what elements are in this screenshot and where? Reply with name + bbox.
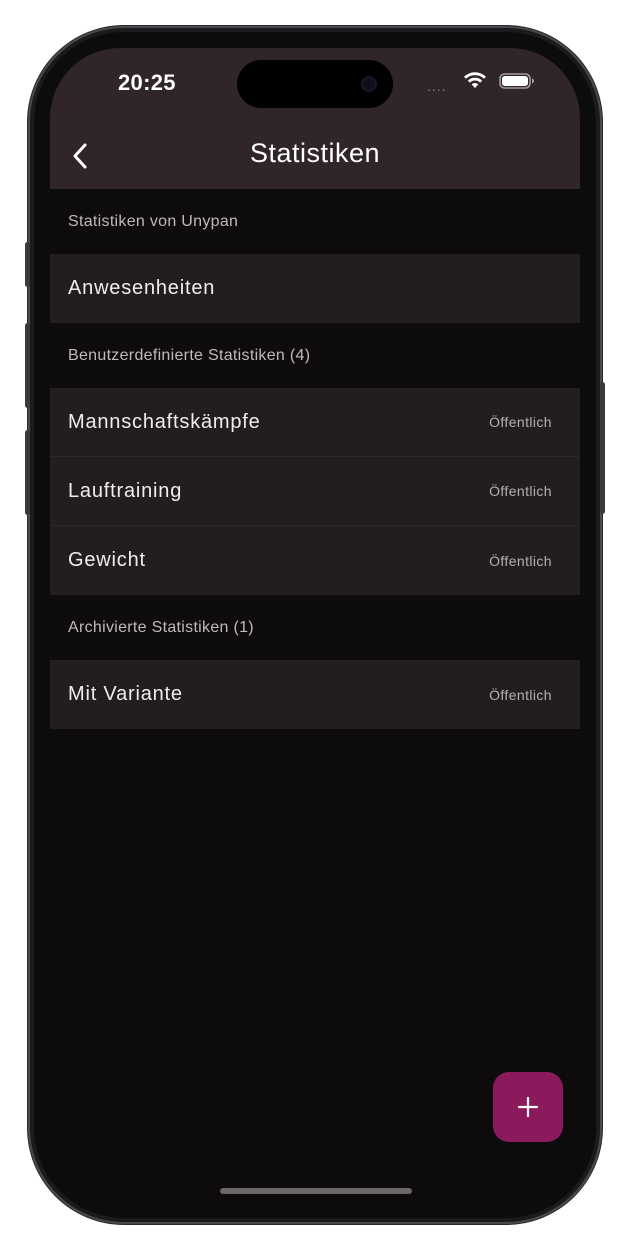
list-item-lauftraining[interactable]: Lauftraining Öffentlich xyxy=(50,457,580,526)
list-item-label: Mannschaftskämpfe xyxy=(68,410,261,433)
list-item-gewicht[interactable]: Gewicht Öffentlich xyxy=(50,526,580,595)
statistics-list: Statistiken von Unypan Anwesenheiten Ben… xyxy=(50,189,580,729)
screen: 20:25 .... Statistiken Statistiken von U… xyxy=(50,48,580,1202)
add-statistic-button[interactable] xyxy=(493,1072,563,1142)
list-item-anwesenheiten[interactable]: Anwesenheiten xyxy=(50,254,580,323)
visibility-badge: Öffentlich xyxy=(489,483,552,499)
dynamic-island xyxy=(237,60,393,108)
status-time: 20:25 xyxy=(118,70,176,95)
visibility-badge: Öffentlich xyxy=(489,686,552,703)
top-bar: 20:25 .... Statistiken xyxy=(50,48,580,189)
power-button xyxy=(600,382,605,514)
battery-icon xyxy=(499,73,534,89)
list-item-label: Anwesenheiten xyxy=(68,277,216,299)
list-item-label: Lauftraining xyxy=(68,479,183,502)
visibility-badge: Öffentlich xyxy=(489,414,552,430)
volume-down-button xyxy=(25,430,30,515)
page-title: Statistiken xyxy=(249,138,381,168)
section-header-archived: Archivierte Statistiken (1) xyxy=(50,595,580,660)
list-item-mannschaftskaempfe[interactable]: Mannschaftskämpfe Öffentlich xyxy=(50,388,580,457)
wifi-icon xyxy=(464,72,486,88)
camera-icon xyxy=(361,76,377,92)
visibility-badge: Öffentlich xyxy=(489,552,552,569)
home-indicator[interactable] xyxy=(220,1188,412,1194)
list-item-label: Gewicht xyxy=(68,549,146,571)
cellular-signal-icon: .... xyxy=(427,78,447,94)
volume-up-button xyxy=(25,323,30,408)
section-header-custom: Benutzerdefinierte Statistiken (4) xyxy=(50,323,580,388)
list-item-label: Mit Variante xyxy=(68,683,183,705)
section-header-unypan: Statistiken von Unypan xyxy=(50,189,580,254)
list-item-mit-variante[interactable]: Mit Variante Öffentlich xyxy=(50,660,580,729)
action-button xyxy=(25,242,30,287)
plus-icon xyxy=(517,1096,539,1118)
